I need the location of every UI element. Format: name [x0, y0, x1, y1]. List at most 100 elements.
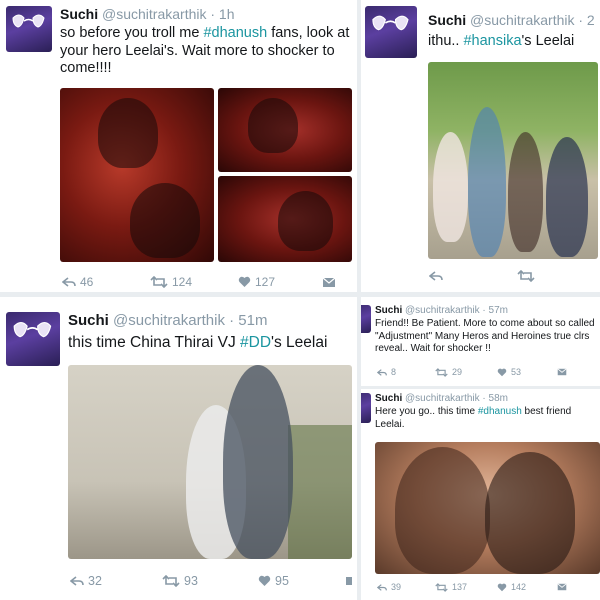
retweet-button[interactable]	[517, 270, 535, 282]
tweet-card-1[interactable]: Suchi @suchitrakarthik · 1h so before yo…	[0, 0, 357, 292]
heart-icon	[258, 575, 271, 586]
tweet-text: ithu.. #hansika's Leelai	[428, 33, 575, 49]
tweet-card-4[interactable]: Suchi @suchitrakarthik · 57m Friend!! Be…	[361, 297, 600, 386]
tweet-photo-main[interactable]	[60, 88, 214, 262]
hashtag-link[interactable]: #DD	[240, 334, 271, 351]
display-name[interactable]: Suchi	[60, 6, 98, 22]
retweet-button[interactable]: 29	[435, 367, 497, 377]
tweet-header: Suchi @suchitrakarthik · 58m	[375, 393, 508, 404]
reply-button[interactable]: 39	[377, 582, 435, 592]
tweet-actions: 39 137 142	[377, 582, 567, 592]
retweet-button[interactable]: 93	[162, 574, 258, 588]
reply-icon	[429, 271, 443, 281]
reply-button[interactable]: 46	[62, 275, 150, 289]
handle[interactable]: @suchitrakarthik	[405, 393, 480, 404]
like-button[interactable]: 95	[258, 574, 346, 588]
tweet-header: Suchi @suchitrakarthik · 1h	[60, 6, 235, 22]
photo-figure	[433, 132, 468, 242]
tweet-text: Friend!! Be Patient. More to come about …	[375, 318, 595, 354]
retweet-icon	[435, 582, 448, 592]
tweet-card-3[interactable]: Suchi @suchitrakarthik · 51m this time C…	[0, 297, 357, 600]
hashtag-link[interactable]: #dhanush	[478, 406, 522, 417]
tweet-card-5[interactable]: Suchi @suchitrakarthik · 58m Here you go…	[361, 389, 600, 600]
retweet-icon	[150, 276, 168, 288]
photo-figure	[508, 132, 543, 252]
photo-figure	[468, 107, 506, 257]
heart-icon	[238, 276, 251, 287]
reply-button[interactable]	[429, 270, 517, 282]
tweet-photo-top-right[interactable]	[218, 88, 352, 172]
dm-button[interactable]	[557, 583, 567, 591]
reply-icon	[377, 583, 387, 591]
timestamp[interactable]: · 51m	[229, 312, 267, 329]
avatar[interactable]	[361, 393, 371, 423]
tweet-text: so before you troll me #dhanush fans, lo…	[60, 25, 350, 77]
handle[interactable]: @suchitrakarthik	[102, 6, 206, 22]
reply-button[interactable]: 32	[70, 574, 162, 588]
tweet-photo[interactable]	[375, 442, 600, 574]
like-button[interactable]: 127	[238, 275, 322, 289]
tweet-header: Suchi @suchitrakarthik · 51m	[68, 312, 267, 329]
display-name[interactable]: Suchi	[68, 312, 109, 329]
retweet-icon	[162, 575, 180, 587]
reply-icon	[377, 368, 387, 376]
reply-button[interactable]: 8	[377, 367, 435, 377]
photo-figure	[546, 137, 588, 257]
dm-button[interactable]	[322, 277, 336, 288]
tweet-actions: 32 93 95	[70, 574, 356, 588]
heart-glasses-icon	[13, 321, 52, 338]
handle[interactable]: @suchitrakarthik	[470, 12, 574, 28]
heart-icon	[497, 583, 507, 591]
tweet-photo[interactable]	[68, 365, 352, 559]
tweet-text: this time China Thirai VJ #DD's Leelai	[68, 334, 328, 351]
photo-figure	[223, 365, 293, 559]
retweet-icon	[517, 270, 535, 282]
dm-button[interactable]	[557, 368, 567, 376]
photo-figure	[485, 452, 575, 574]
tweet-header: Suchi @suchitrakarthik · 2	[428, 12, 595, 28]
tweet-header: Suchi @suchitrakarthik · 57m	[375, 305, 508, 316]
photo-figure	[278, 191, 333, 251]
like-button[interactable]: 53	[497, 367, 557, 377]
like-button[interactable]: 142	[497, 582, 557, 592]
timestamp[interactable]: · 2	[578, 12, 594, 28]
timestamp[interactable]: · 58m	[482, 393, 508, 404]
display-name[interactable]: Suchi	[428, 12, 466, 28]
photo-tree	[288, 425, 352, 559]
heart-icon	[497, 368, 507, 376]
display-name[interactable]: Suchi	[375, 393, 402, 404]
mail-icon	[557, 368, 567, 376]
display-name[interactable]: Suchi	[375, 305, 402, 316]
photo-figure	[395, 447, 490, 574]
tweet-actions: 8 29 53	[377, 367, 567, 377]
dm-button[interactable]	[346, 575, 356, 587]
mail-icon	[322, 277, 336, 287]
retweet-button[interactable]: 137	[435, 582, 497, 592]
avatar[interactable]	[361, 305, 371, 333]
hashtag-link[interactable]: #hansika	[463, 33, 521, 49]
tweet-actions: 46 124 127	[62, 275, 336, 289]
heart-glasses-icon	[12, 14, 45, 28]
photo-figure	[248, 98, 298, 153]
tweet-photo[interactable]	[428, 62, 598, 259]
retweet-icon	[435, 367, 448, 377]
tweet-actions	[429, 270, 535, 282]
reply-icon	[62, 277, 76, 287]
retweet-button[interactable]: 124	[150, 275, 238, 289]
mail-icon	[557, 583, 567, 591]
timestamp[interactable]: · 1h	[210, 6, 234, 22]
tweet-card-2[interactable]: Suchi @suchitrakarthik · 2 ithu.. #hansi…	[361, 0, 600, 292]
avatar[interactable]	[6, 312, 60, 366]
handle[interactable]: @suchitrakarthik	[113, 312, 225, 329]
avatar[interactable]	[365, 6, 417, 58]
timestamp[interactable]: · 57m	[482, 305, 508, 316]
avatar[interactable]	[6, 6, 52, 52]
reply-icon	[70, 576, 84, 586]
tweet-text: Here you go.. this time #dhanush best fr…	[375, 406, 572, 430]
heart-glasses-icon	[372, 15, 409, 31]
handle[interactable]: @suchitrakarthik	[405, 305, 480, 316]
photo-figure	[98, 98, 158, 168]
tweet-photo-bottom-right[interactable]	[218, 176, 352, 262]
mail-icon	[346, 577, 352, 585]
hashtag-link[interactable]: #dhanush	[203, 25, 267, 41]
